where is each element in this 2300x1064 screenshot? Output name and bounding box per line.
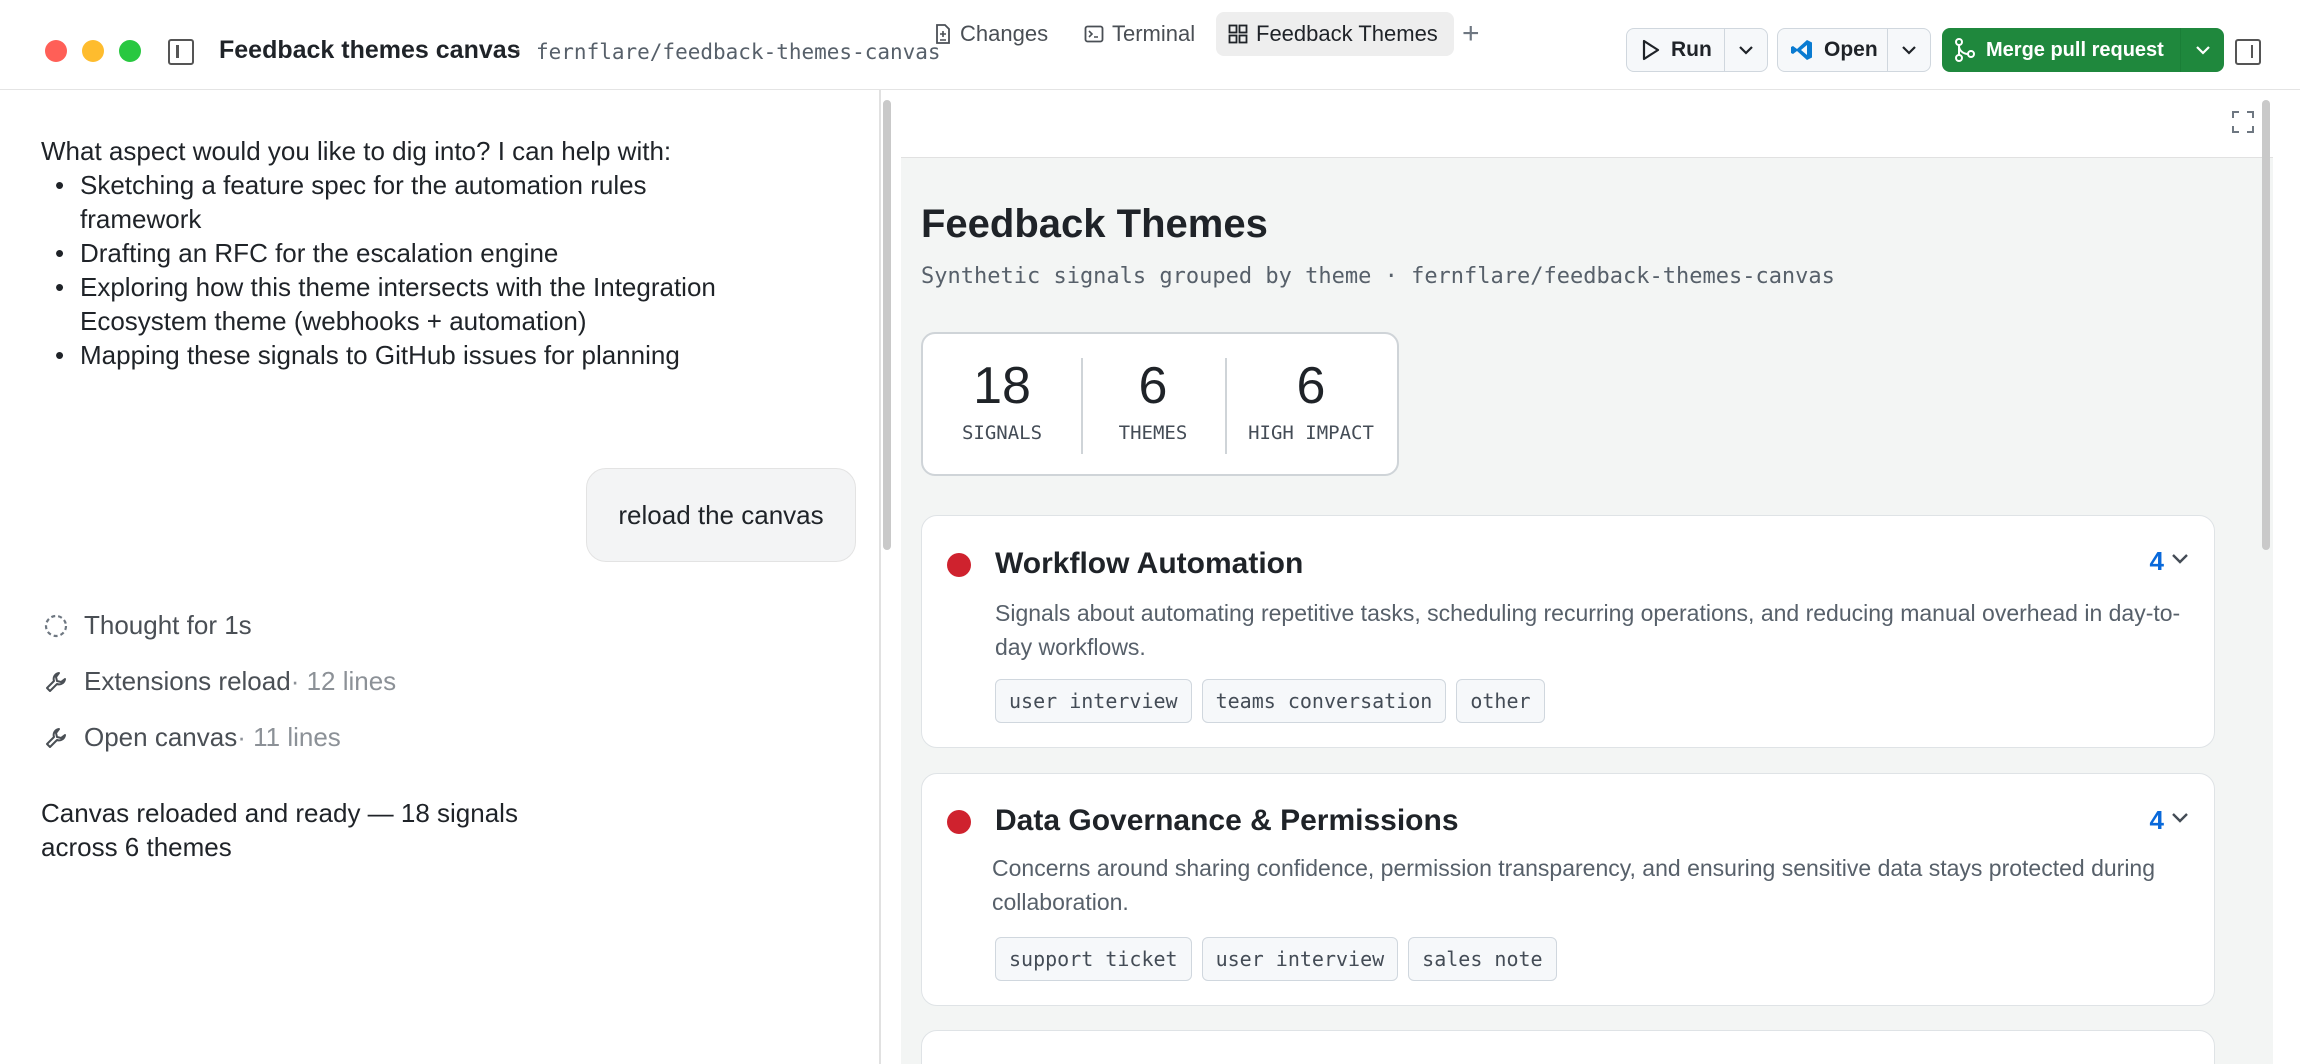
assistant-intro-text: What aspect would you like to dig into? … (41, 136, 672, 166)
high-impact-indicator (947, 810, 971, 834)
source-tags: support ticket user interview sales note (995, 937, 1557, 981)
thinking-icon (41, 611, 71, 641)
file-diff-icon (934, 24, 952, 44)
source-tag: sales note (1408, 937, 1557, 981)
maximize-window-button[interactable] (119, 40, 141, 62)
theme-title: Data Governance & Permissions (995, 804, 1459, 837)
theme-description: Concerns around sharing confidence, perm… (992, 855, 2156, 915)
tab-label: Changes (960, 21, 1049, 46)
stats-summary: 18 SIGNALS 6 THEMES 6 HIGH IMPACT (921, 332, 1399, 476)
tab-bar (901, 90, 2273, 158)
source-tag: user interview (995, 679, 1192, 723)
open-label: Open (1824, 38, 1878, 61)
tab-feedback-themes[interactable]: Feedback Themes (1216, 12, 1454, 56)
source-tag: teams conversation (1201, 679, 1447, 723)
thought-label: Thought for 1s (84, 610, 252, 640)
play-icon (1641, 39, 1661, 61)
stat-themes: 6 THEMES (1081, 334, 1225, 474)
theme-card-partial[interactable] (921, 1030, 2215, 1064)
stat-value: 6 (1138, 357, 1168, 415)
page-subtitle: Synthetic signals grouped by theme · fer… (921, 264, 1835, 289)
suggestion-list: Sketching a feature spec for the automat… (41, 168, 761, 372)
tab-label: Terminal (1112, 21, 1196, 46)
tab-terminal[interactable]: Terminal (1084, 12, 1195, 56)
list-item: Mapping these signals to GitHub issues f… (41, 338, 761, 372)
tab-changes[interactable]: Changes (934, 12, 1048, 56)
sidebar-toggle-icon[interactable] (168, 39, 194, 65)
merge-label: Merge pull request (1986, 38, 2164, 61)
tool-label: Extensions reload (84, 666, 291, 696)
wrench-icon (41, 723, 71, 753)
window-title: Feedback themes canvas (219, 36, 521, 64)
list-item: Sketching a feature spec for the automat… (41, 168, 761, 236)
git-merge-icon (1954, 38, 1976, 62)
source-tag: support ticket (995, 937, 1192, 981)
stat-signals: 18 SIGNALS (923, 334, 1081, 474)
add-tab-button[interactable]: + (1462, 12, 1480, 56)
tool-detail: · 11 lines (237, 722, 341, 752)
source-tag: other (1456, 679, 1545, 723)
close-window-button[interactable] (45, 40, 67, 62)
chevron-down-icon (1902, 46, 1916, 55)
merge-pull-request-button[interactable]: Merge pull request (1942, 28, 2182, 72)
canvas-scrollbar[interactable] (2262, 100, 2270, 550)
page-title: Feedback Themes (921, 202, 1268, 246)
chevron-down-icon (1739, 46, 1753, 55)
chevron-down-icon[interactable] (2170, 811, 2190, 830)
run-label: Run (1671, 38, 1712, 61)
theme-card-workflow-automation[interactable]: Workflow Automation 4 Signals about auto… (921, 515, 2215, 748)
stat-high-impact: 6 HIGH IMPACT (1225, 334, 1397, 474)
chevron-down-icon (2195, 46, 2210, 55)
vscode-icon (1790, 38, 1814, 62)
stat-label: SIGNALS (961, 422, 1043, 444)
assistant-final-message: Canvas reloaded and ready — 18 signals a… (41, 798, 518, 862)
stat-value: 6 (1296, 357, 1326, 415)
open-button[interactable]: Open (1777, 28, 1889, 72)
source-tag: user interview (1201, 937, 1399, 981)
terminal-icon (1084, 25, 1104, 43)
stat-label: THEMES (1118, 422, 1188, 444)
minimize-window-button[interactable] (82, 40, 104, 62)
expand-icon[interactable] (2231, 110, 2255, 139)
tool-call-open-canvas[interactable]: Open canvas · 11 lines (41, 722, 341, 753)
canvas-icon (1228, 24, 1248, 44)
chat-scrollbar[interactable] (883, 100, 891, 550)
tool-detail: · 12 lines (290, 666, 397, 696)
title-separator: · (514, 36, 523, 64)
open-options-button[interactable] (1887, 28, 1931, 72)
tool-label: Open canvas (84, 722, 238, 752)
stat-label: HIGH IMPACT (1248, 422, 1374, 444)
thought-step[interactable]: Thought for 1s (41, 610, 252, 641)
run-options-button[interactable] (1724, 28, 1768, 72)
list-item: Exploring how this theme intersects with… (41, 270, 761, 338)
user-message-bubble: reload the canvas (586, 468, 856, 562)
pane-divider[interactable] (879, 90, 881, 1064)
theme-card-data-governance[interactable]: Data Governance & Permissions 4 Concerns… (921, 773, 2215, 1006)
wrench-icon (41, 667, 71, 697)
tab-label: Feedback Themes (1256, 21, 1438, 46)
theme-description: Signals about automating repetitive task… (995, 600, 2181, 660)
stat-value: 18 (973, 357, 1031, 415)
high-impact-indicator (947, 553, 971, 577)
merge-options-button[interactable] (2180, 28, 2224, 72)
run-button[interactable]: Run (1626, 28, 1726, 72)
source-tags: user interview teams conversation other (995, 679, 1545, 723)
list-item: Drafting an RFC for the escalation engin… (41, 236, 761, 270)
chevron-down-icon[interactable] (2170, 552, 2190, 571)
right-panel-toggle-icon[interactable] (2235, 39, 2261, 65)
signal-count[interactable]: 4 (2150, 805, 2164, 836)
tool-call-extensions-reload[interactable]: Extensions reload · 12 lines (41, 666, 396, 697)
signal-count[interactable]: 4 (2150, 546, 2164, 577)
theme-title: Workflow Automation (995, 547, 1304, 580)
repo-name: fernflare/feedback-themes-canvas (536, 40, 941, 64)
